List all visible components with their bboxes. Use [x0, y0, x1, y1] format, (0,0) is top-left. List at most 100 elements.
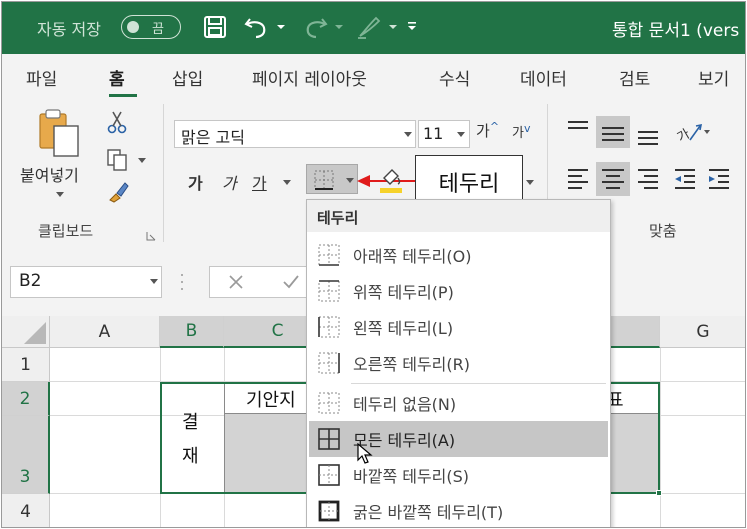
fill-color-icon[interactable]	[378, 166, 404, 198]
cancel-icon[interactable]	[228, 274, 244, 294]
borders-button[interactable]	[306, 164, 358, 194]
autosave-toggle[interactable]: 끔	[121, 15, 181, 39]
thick-outside-borders-icon	[309, 500, 349, 522]
undo-icon[interactable]	[242, 12, 272, 42]
formula-bar-grip-icon	[181, 272, 183, 292]
column-header-c-label: C	[271, 321, 284, 341]
customize-qat-dropdown-icon[interactable]	[386, 12, 400, 42]
row-header-2-label: 2	[19, 389, 31, 409]
align-left-icon[interactable]	[565, 166, 591, 194]
menu-item-outside-borders[interactable]: 바깥쪽 테두리(S)	[309, 457, 608, 493]
enter-icon[interactable]	[282, 274, 300, 294]
underline-dropdown-icon[interactable]	[283, 180, 291, 185]
cell-b3: 재	[182, 446, 199, 467]
tab-insert[interactable]: 삽입	[172, 65, 203, 90]
row-header-4[interactable]: 4	[2, 494, 50, 527]
mouse-cursor-icon	[357, 442, 373, 469]
font-name-combobox[interactable]: 맑은 고딕	[174, 120, 416, 148]
tab-data[interactable]: 데이터	[520, 65, 567, 90]
column-header-g[interactable]: G	[660, 316, 745, 348]
ribbon-tabs: 파일 홈 삽입 페이지 레이아웃 수식 데이터 검토 보기	[2, 54, 745, 100]
autosave-label: 자동 저장	[37, 20, 101, 39]
alignment-group-label: 맞춤	[649, 222, 677, 240]
column-header-a[interactable]: A	[50, 316, 160, 348]
select-all-corner[interactable]	[2, 316, 50, 348]
align-bottom-icon[interactable]	[635, 120, 661, 150]
save-icon[interactable]	[200, 12, 230, 42]
clipboard-group-label: 클립보드	[38, 222, 94, 240]
paste-button[interactable]: 붙여넣기	[20, 162, 79, 186]
increase-font-size-button[interactable]: 가^	[476, 120, 499, 141]
toggle-knob	[127, 21, 139, 33]
menu-item-label: 위쪽 테두리(P)	[353, 283, 454, 302]
document-title: 통합 문서1 (vers	[612, 21, 740, 41]
all-borders-icon	[309, 428, 349, 450]
borders-dropdown-icon[interactable]	[346, 178, 354, 183]
menu-item-top-border[interactable]: 위쪽 테두리(P)	[309, 273, 608, 309]
font-size-value: 11	[423, 124, 444, 143]
italic-button[interactable]: 가	[222, 170, 237, 194]
menu-item-right-border[interactable]: 오른쪽 테두리(R)	[309, 345, 608, 381]
tab-file[interactable]: 파일	[26, 65, 57, 90]
outside-borders-icon	[309, 464, 349, 486]
font-name-dropdown-icon[interactable]	[404, 132, 412, 137]
menu-item-no-border[interactable]: 테두리 없음(N)	[309, 385, 608, 421]
right-border-icon	[309, 352, 349, 374]
menu-item-label: 아래쪽 테두리(O)	[353, 247, 472, 266]
menu-item-label: 오른쪽 테두리(R)	[353, 355, 471, 374]
gridline	[660, 348, 661, 527]
borders-menu: 테두리 아래쪽 테두리(O) 위쪽 테두리(P) 왼쪽 테두리(L) 오른쪽 테…	[306, 199, 611, 527]
tab-view[interactable]: 보기	[698, 65, 729, 90]
decrease-caret-icon: v	[523, 122, 531, 135]
top-border-icon	[309, 280, 349, 302]
name-box[interactable]: B2	[10, 266, 162, 298]
column-header-b-label: B	[185, 321, 198, 341]
cell-b2: 결	[182, 412, 199, 433]
bold-button[interactable]: 가	[188, 170, 203, 194]
orientation-icon[interactable]: 가	[674, 118, 712, 148]
tab-formulas[interactable]: 수식	[439, 65, 470, 90]
align-middle-button[interactable]	[596, 116, 630, 148]
increase-indent-icon[interactable]	[706, 166, 732, 194]
tab-home[interactable]: 홈	[109, 65, 125, 90]
fill-handle[interactable]	[656, 490, 662, 496]
decrease-indent-icon[interactable]	[672, 166, 698, 194]
paste-dropdown-icon[interactable]	[56, 192, 64, 197]
row-header-1[interactable]: 1	[2, 348, 50, 382]
left-border-icon	[309, 316, 349, 338]
format-painter-icon[interactable]	[354, 12, 384, 42]
clipboard-launcher-icon[interactable]	[146, 226, 156, 245]
align-right-icon[interactable]	[635, 166, 661, 194]
align-center-button[interactable]	[596, 162, 630, 196]
tab-page-layout[interactable]: 페이지 레이아웃	[252, 65, 367, 90]
redo-dropdown-icon[interactable]	[332, 12, 346, 42]
row-header-2[interactable]: 2	[2, 382, 50, 416]
name-box-dropdown-icon[interactable]	[150, 279, 158, 284]
font-size-dropdown-icon[interactable]	[457, 132, 465, 137]
format-painter-brush-icon[interactable]	[106, 180, 130, 208]
cut-icon[interactable]	[106, 110, 128, 138]
menu-item-all-borders[interactable]: 모든 테두리(A)	[309, 421, 608, 457]
redo-icon[interactable]	[300, 12, 330, 42]
underline-button[interactable]: 가	[252, 170, 267, 194]
menu-item-thick-outside-borders[interactable]: 굵은 바깥쪽 테두리(T)	[309, 493, 608, 527]
menu-item-bottom-border[interactable]: 아래쪽 테두리(O)	[309, 237, 608, 273]
paste-icon[interactable]	[34, 106, 84, 158]
column-header-b[interactable]: B	[160, 316, 224, 348]
font-color-dropdown-icon[interactable]	[526, 180, 534, 185]
menu-item-label: 왼쪽 테두리(L)	[353, 319, 454, 338]
copy-dropdown-icon[interactable]	[138, 158, 146, 163]
name-box-value: B2	[19, 271, 42, 291]
menu-item-left-border[interactable]: 왼쪽 테두리(L)	[309, 309, 608, 345]
copy-icon[interactable]	[106, 148, 130, 176]
bottom-border-icon	[313, 169, 335, 195]
autosave-toggle-state: 끔	[152, 22, 164, 37]
row-header-3-label: 3	[19, 467, 31, 487]
row-header-3[interactable]: 3	[2, 416, 50, 494]
align-top-icon[interactable]	[565, 118, 591, 144]
undo-dropdown-icon[interactable]	[274, 12, 288, 42]
svg-text:가: 가	[675, 127, 693, 144]
qat-more-icon[interactable]	[404, 12, 420, 42]
tab-review[interactable]: 검토	[619, 65, 650, 90]
decrease-font-size-button[interactable]: 가v	[512, 122, 530, 141]
